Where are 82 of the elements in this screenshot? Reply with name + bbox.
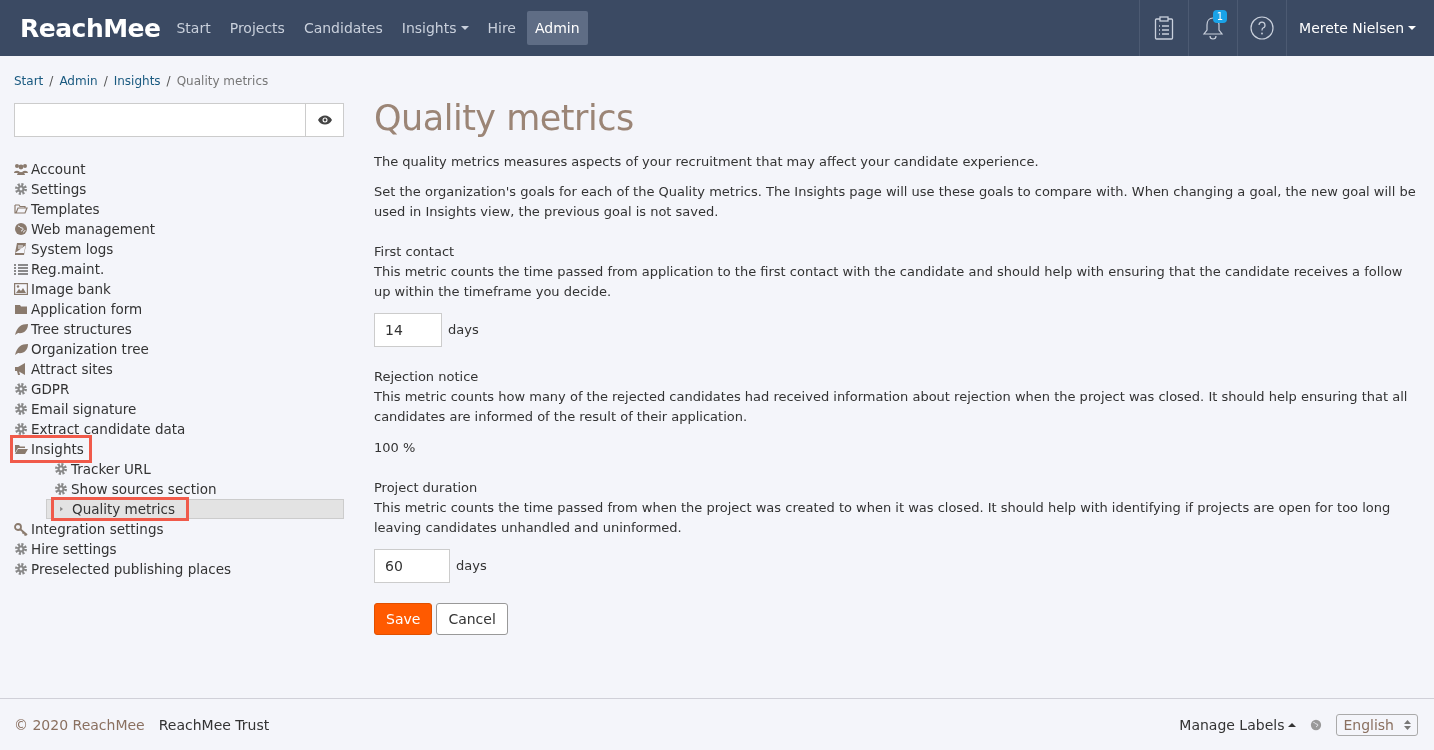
eye-icon	[317, 115, 332, 125]
intro-text: Set the organization's goals for each of the Quality metrics. The Insights page will use these goals to compare with. When changing a goal, the new goal will be used in Insights view, the previous goal is not saved.	[374, 183, 1417, 221]
nav-item[interactable]: Insights	[393, 11, 477, 45]
sidebar-item[interactable]: Hire settings	[14, 539, 344, 559]
logo[interactable]: ReachMee	[20, 13, 161, 43]
manage-labels-link[interactable]: Manage Labels	[1179, 716, 1297, 733]
unit-label: days	[456, 557, 487, 575]
sidebar-item[interactable]: Quality metrics	[46, 499, 344, 519]
company-name: ReachMee Trust	[158, 716, 270, 733]
sidebar-item[interactable]: Settings	[14, 179, 344, 199]
nav-item[interactable]: Hire	[479, 11, 524, 45]
sidebar-item[interactable]: Application form	[14, 299, 344, 319]
metric-title: First contact	[374, 243, 456, 261]
gear-icon	[54, 482, 68, 496]
sidebar-item[interactable]: System logs	[14, 239, 344, 259]
cancel-button[interactable]: Cancel	[436, 603, 508, 635]
search-field[interactable]	[14, 103, 344, 137]
nav-item[interactable]: Start	[168, 11, 219, 45]
nav-item[interactable]: Admin	[527, 11, 588, 45]
sidebar-item[interactable]: Image bank	[14, 279, 344, 299]
metric-title: Rejection notice	[374, 368, 480, 386]
goal-input[interactable]: 14	[374, 313, 442, 347]
breadcrumb-link[interactable]: Insights	[113, 74, 161, 88]
sidebar-item[interactable]: Preselected publishing places	[14, 559, 344, 579]
breadcrumb-link[interactable]: Start	[14, 74, 44, 88]
sidebar-item[interactable]: GDPR	[14, 379, 344, 399]
gear-icon	[14, 542, 28, 556]
gear-icon	[14, 382, 28, 396]
metric-description: This metric counts the time passed from application to the first contact with the candidate and should help with ensuring that the candidate receives a follow up within the timeframe you decide.	[374, 263, 1404, 301]
unit-label: days	[448, 321, 479, 339]
list-icon	[14, 262, 28, 276]
gear-icon	[14, 422, 28, 436]
language-select[interactable]: English	[1336, 713, 1418, 736]
copyright-text: © 2020 ReachMee	[14, 716, 145, 733]
breadcrumb-separator: /	[103, 74, 108, 88]
gear-icon	[14, 402, 28, 416]
nav-item[interactable]: Projects	[221, 11, 293, 45]
leaf-icon	[14, 342, 28, 356]
breadcrumb-link[interactable]: Admin	[59, 74, 98, 88]
book-icon	[14, 242, 28, 256]
sidebar-item[interactable]: Extract candidate data	[14, 419, 344, 439]
sidebar-item[interactable]: Account	[14, 159, 344, 179]
leaf-icon	[14, 322, 28, 336]
megaphone-icon	[14, 362, 28, 376]
breadcrumb-separator: /	[49, 74, 54, 88]
sidebar-item[interactable]: Attract sites	[14, 359, 344, 379]
gear-icon	[14, 182, 28, 196]
clipboard-icon[interactable]	[1154, 16, 1175, 40]
user-menu[interactable]: Merete Nielsen	[1286, 0, 1434, 56]
notification-badge: 1	[1212, 10, 1228, 23]
globe-icon	[1310, 718, 1323, 731]
goal-input[interactable]: 60	[374, 549, 450, 583]
metric-title: Project duration	[374, 479, 479, 497]
metric-description: This metric counts the time passed from when the project was created to when it was closed. It should help with identifying if projects are open for too long leaving candidates unhandled and uninformed.	[374, 499, 1392, 537]
page-title: Quality metrics	[374, 98, 635, 138]
sidebar-item[interactable]: Tree structures	[14, 319, 344, 339]
metric-description: This metric counts how many of the rejected candidates had received information about rejection when the project was closed. It should help ensuring that all candidates are informed of the result of their application.	[374, 388, 1409, 426]
gear-icon	[14, 562, 28, 576]
folder-icon	[14, 442, 28, 456]
folder-icon	[14, 302, 28, 316]
sidebar-item[interactable]: Templates	[14, 199, 344, 219]
breadcrumb-current: Quality metrics	[176, 74, 269, 88]
sidebar-item[interactable]: Show sources section	[54, 479, 344, 499]
sidebar-item[interactable]: Tracker URL	[54, 459, 344, 479]
sidebar-item[interactable]: Email signature	[14, 399, 344, 419]
metric-value: 100 %	[374, 439, 417, 457]
globe-icon	[14, 222, 28, 236]
sidebar-item[interactable]: Integration settings	[14, 519, 344, 539]
users-icon	[14, 162, 28, 176]
folder-icon	[14, 202, 28, 216]
stepper-arrows-icon	[1404, 718, 1411, 731]
sidebar-item[interactable]: Web management	[14, 219, 344, 239]
sidebar-item[interactable]: Organization tree	[14, 339, 344, 359]
help-icon[interactable]	[1250, 16, 1275, 40]
sidebar-item[interactable]: Reg.maint.	[14, 259, 344, 279]
nav-item[interactable]: Candidates	[295, 11, 391, 45]
image-icon	[14, 282, 28, 296]
intro-text: The quality metrics measures aspects of your recruitment that may affect your candidate experience.	[374, 153, 1040, 171]
key-icon	[14, 522, 28, 536]
breadcrumb-separator: /	[166, 74, 171, 88]
sidebar-item[interactable]: Insights	[14, 439, 88, 459]
gear-icon	[54, 462, 68, 476]
